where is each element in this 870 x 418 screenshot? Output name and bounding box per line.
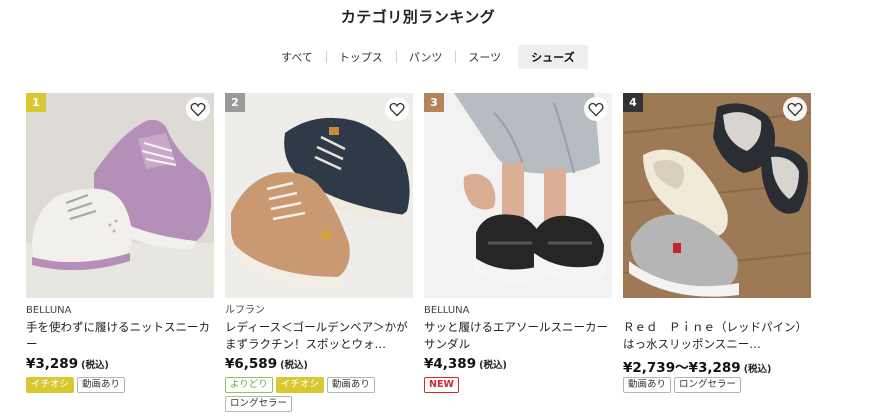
heart-outline-icon[interactable] [186,97,210,121]
product-name[interactable]: サッと履けるエアソールスニーカーサンダル [424,319,612,353]
tax-label: (税込) [81,360,109,371]
product-image[interactable]: 3 [424,93,612,298]
product-brand: BELLUNA [26,305,72,316]
product-name[interactable]: Ｒｅｄ Ｐｉｎｅ（レッドパイン） はっ水スリッポンスニー… [623,319,811,353]
heart-outline-icon[interactable] [584,97,608,121]
badge-long-seller: ロングセラー [225,396,293,412]
slip-on-water-repellent-photo [623,93,811,298]
tab-shoes[interactable]: シューズ [518,45,588,69]
tab-pants[interactable]: パンツ [395,45,456,69]
badge-long-seller: ロングセラー [674,377,742,393]
badge-video: 動画あり [77,377,126,393]
tax-label: (税込) [280,360,308,371]
badge-new: NEW [424,377,459,393]
product-price: ¥6,589 [225,356,278,372]
price-row: ¥6,589 (税込) [225,356,413,374]
product-image[interactable]: 1 [26,93,214,298]
product-price: ¥2,739～¥3,289 [623,360,741,376]
rank-badge: 1 [26,93,46,112]
rank-badge: 2 [225,93,245,112]
tab-all[interactable]: すべて [268,45,326,69]
badge-yoridori: よりどり [225,377,273,393]
product-card-2[interactable]: 2 ルフラン レディース＜ゴールデンベア＞かがまずラクチン！スポッとウォ… ¥6… [225,93,413,412]
heart-outline-icon[interactable] [783,97,807,121]
product-image[interactable]: 4 [623,93,811,298]
badge-list: イチオシ 動画あり [26,377,216,393]
product-card-1[interactable]: 1 BELLUNA 手を使わずに履けるニットスニーカー ¥3,289 (税込) … [26,93,214,393]
badge-list: よりどり イチオシ 動画あり ロングセラー [225,377,415,412]
rank-badge: 3 [424,93,444,112]
heart-outline-icon[interactable] [385,97,409,121]
price-row: ¥3,289 (税込) [26,356,214,374]
rank-badge: 4 [623,93,643,112]
tax-label: (税込) [479,360,507,371]
badge-video: 動画あり [326,377,375,393]
product-name[interactable]: レディース＜ゴールデンベア＞かがまずラクチン！スポッとウォ… [225,319,413,353]
price-row: ¥2,739～¥3,289 (税込) [623,356,811,376]
badge-ichioshi: イチオシ [275,377,324,393]
product-name[interactable]: 手を使わずに履けるニットスニーカー [26,319,214,353]
badge-video: 動画あり [623,377,672,393]
knit-sneaker-photo [26,93,214,298]
badge-list: NEW [424,377,614,393]
product-price: ¥4,389 [424,356,477,372]
tab-tops[interactable]: トップス [325,45,396,69]
badge-ichioshi: イチオシ [26,377,75,393]
tax-label: (税込) [743,364,772,375]
product-price: ¥3,289 [26,356,79,372]
product-card-3[interactable]: 3 BELLUNA サッと履けるエアソールスニーカーサンダル ¥4,389 (税… [424,93,612,393]
product-brand: BELLUNA [424,305,470,316]
product-brand: ルフラン [225,305,265,316]
badge-list: 動画あり ロングセラー [623,377,813,393]
category-tabs: すべて トップス パンツ スーツ シューズ [268,45,588,69]
tab-suits[interactable]: スーツ [455,45,514,69]
product-card-4[interactable]: 4 Ｒｅｄ Ｐｉｎｅ（レッドパイン） はっ水スリッポンスニー… ¥2,739～¥… [623,93,811,393]
product-brand [623,304,811,317]
slip-on-sneaker-photo [225,93,413,298]
price-row: ¥4,389 (税込) [424,356,612,374]
sneaker-sandal-photo [424,93,612,298]
product-image[interactable]: 2 [225,93,413,298]
page-title: カテゴリ別ランキング [340,8,496,26]
